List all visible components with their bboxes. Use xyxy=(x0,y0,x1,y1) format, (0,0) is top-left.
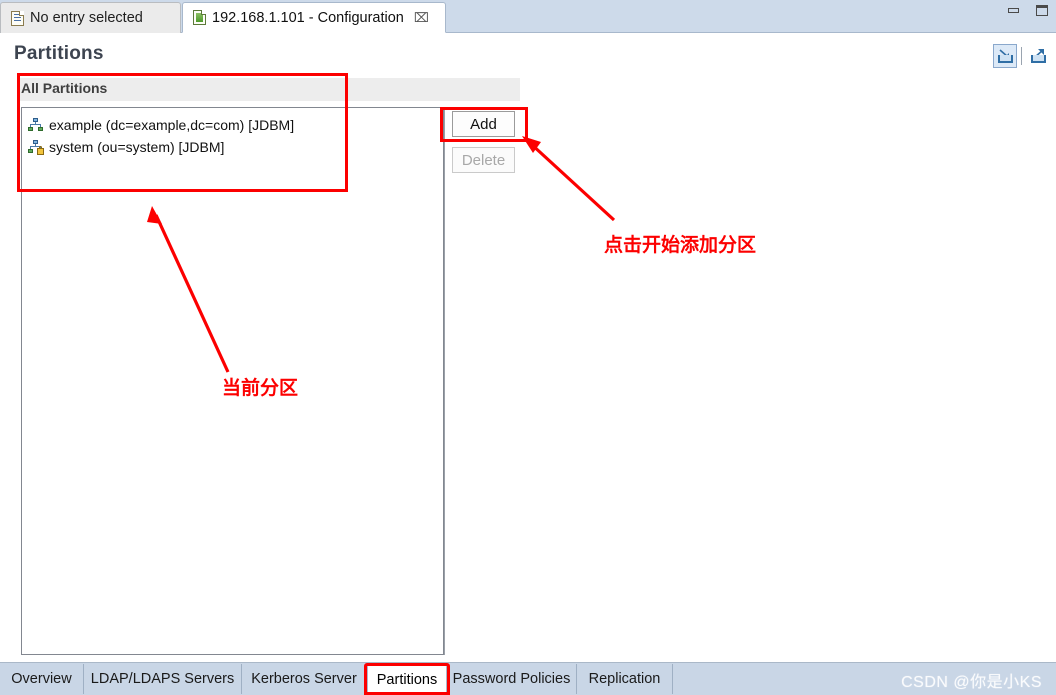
editor-tab-configuration[interactable]: 192.168.1.101 - Configuration ⌧ xyxy=(182,2,446,33)
editor-tab-no-entry-selected[interactable]: No entry selected xyxy=(0,2,181,33)
window-controls xyxy=(1006,4,1050,18)
tab-replication[interactable]: Replication xyxy=(577,664,673,694)
application-window: No entry selected 192.168.1.101 - Config… xyxy=(0,0,1056,695)
list-item[interactable]: system (ou=system) [JDBM] xyxy=(22,136,443,158)
maximize-view-icon[interactable] xyxy=(1026,44,1050,68)
tab-partitions[interactable]: Partitions xyxy=(367,664,447,694)
lock-icon xyxy=(37,146,44,155)
watermark: CSDN @你是小KS xyxy=(901,674,1042,691)
tab-kerberos-server[interactable]: Kerberos Server xyxy=(242,664,367,694)
maximize-icon[interactable] xyxy=(1034,4,1050,18)
green-document-icon xyxy=(193,10,206,25)
restore-view-icon[interactable] xyxy=(993,44,1017,68)
close-icon[interactable]: ⌧ xyxy=(414,11,429,24)
annotation-arrow-to-add xyxy=(522,136,616,222)
partition-icon xyxy=(28,118,43,132)
editor-tab-bar: No entry selected 192.168.1.101 - Config… xyxy=(0,0,1056,33)
page-title: Partitions xyxy=(14,43,104,64)
partition-label: system (ou=system) [JDBM] xyxy=(49,139,225,155)
partition-label: example (dc=example,dc=com) [JDBM] xyxy=(49,117,295,133)
toolbar-separator xyxy=(1021,47,1022,65)
list-item[interactable]: example (dc=example,dc=com) [JDBM] xyxy=(22,114,443,136)
bottom-tab-bar: Overview LDAP/LDAPS Servers Kerberos Ser… xyxy=(0,662,1056,695)
annotation-label-list: 当前分区 xyxy=(222,377,299,399)
partition-locked-icon xyxy=(28,140,44,155)
annotation-label-add: 点击开始添加分区 xyxy=(604,234,757,256)
editor-tab-label: No entry selected xyxy=(30,10,143,26)
section-title: All Partitions xyxy=(21,80,108,96)
tab-overview[interactable]: Overview xyxy=(0,664,84,694)
panel-divider xyxy=(444,107,445,655)
tab-password-policies[interactable]: Password Policies xyxy=(447,664,577,694)
add-button[interactable]: Add xyxy=(452,111,515,137)
delete-button: Delete xyxy=(452,147,515,173)
minimize-icon[interactable] xyxy=(1006,4,1022,18)
header-toolbar xyxy=(993,44,1050,68)
document-icon xyxy=(11,10,24,26)
tab-ldap-ldaps-servers[interactable]: LDAP/LDAPS Servers xyxy=(84,664,242,694)
editor-tab-label: 192.168.1.101 - Configuration xyxy=(212,9,404,26)
